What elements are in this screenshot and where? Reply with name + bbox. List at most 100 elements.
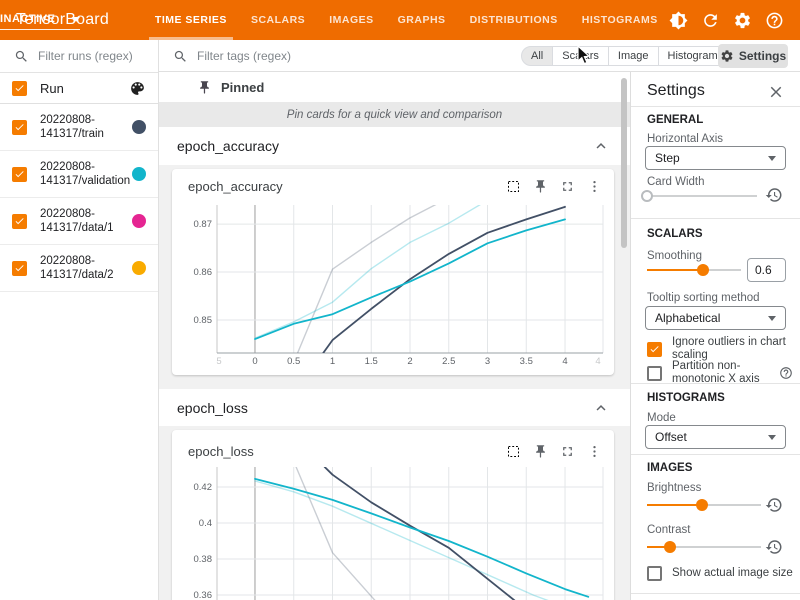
svg-text:0.42: 0.42 — [194, 482, 213, 493]
reset-icon[interactable] — [765, 186, 783, 204]
run-row-train[interactable]: 20220808-141317/train — [0, 104, 158, 151]
divider — [631, 454, 800, 455]
svg-text:0: 0 — [252, 356, 257, 367]
help-icon[interactable] — [765, 11, 784, 30]
kebab-menu-icon[interactable] — [587, 179, 602, 194]
svg-text:0.87: 0.87 — [194, 219, 213, 230]
select-all-runs-checkbox[interactable] — [12, 81, 27, 96]
tab-time-series[interactable]: TIME SERIES — [143, 0, 239, 40]
run-row-data1[interactable]: 20220808-141317/data/1 — [0, 198, 158, 245]
divider — [631, 383, 800, 384]
brightness-slider[interactable] — [647, 499, 761, 511]
fullscreen-icon[interactable] — [560, 444, 575, 459]
fullscreen-icon[interactable] — [560, 179, 575, 194]
reset-icon[interactable] — [765, 496, 783, 514]
gear-icon[interactable] — [733, 11, 752, 30]
horizontal-axis-select[interactable]: Step — [645, 146, 786, 170]
run-checkbox[interactable] — [12, 214, 27, 229]
section-header-epoch-loss[interactable]: epoch_loss — [159, 389, 630, 426]
run-checkbox[interactable] — [12, 261, 27, 276]
contrast-slider[interactable] — [647, 541, 761, 553]
card-actions — [506, 444, 602, 459]
run-color-dot[interactable] — [132, 167, 146, 181]
run-color-dot[interactable] — [132, 214, 146, 228]
run-status-select[interactable]: INACTIVE — [0, 9, 80, 30]
run-row-validation[interactable]: 20220808-141317/validation — [0, 151, 158, 198]
close-icon[interactable] — [767, 83, 785, 101]
tab-histograms[interactable]: HISTOGRAMS — [570, 0, 670, 40]
smoothing-slider[interactable] — [647, 264, 741, 276]
svg-text:2.5: 2.5 — [442, 356, 455, 367]
epoch-loss-chart[interactable]: 0.360.380.40.42 — [186, 463, 606, 600]
run-name: 20220808-141317/data/1 — [40, 207, 132, 235]
images-section-label: IMAGES — [647, 462, 692, 474]
tab-scalars[interactable]: SCALARS — [239, 0, 317, 40]
tags-toolbar: All Scalars Image Histogram Settings — [159, 40, 800, 72]
ignore-outliers-row: Ignore outliers in chart scaling — [647, 336, 793, 362]
refresh-icon[interactable] — [701, 11, 720, 30]
filter-image-button[interactable]: Image — [608, 46, 659, 66]
pin-icon[interactable] — [533, 179, 548, 194]
card-actions — [506, 179, 602, 194]
card-title: epoch_accuracy — [188, 179, 283, 194]
svg-text:0.5: 0.5 — [287, 356, 300, 367]
run-color-dot[interactable] — [132, 261, 146, 275]
svg-text:0.36: 0.36 — [194, 590, 213, 600]
settings-button[interactable]: Settings — [718, 44, 788, 68]
palette-icon[interactable] — [129, 80, 146, 97]
svg-text:0.85: 0.85 — [194, 315, 213, 326]
fit-to-data-icon[interactable] — [506, 179, 521, 194]
pinned-hint: Pin cards for a quick view and compariso… — [159, 102, 630, 127]
svg-text:2: 2 — [407, 356, 412, 367]
fit-to-data-icon[interactable] — [506, 444, 521, 459]
app-header: TensorBoard TIME SERIES SCALARS IMAGES G… — [0, 0, 800, 40]
divider — [631, 218, 800, 219]
histogram-mode-select[interactable]: Offset — [645, 425, 786, 449]
brightness-label: Brightness — [647, 482, 701, 494]
check-icon — [14, 215, 25, 227]
help-icon[interactable] — [779, 366, 793, 380]
tab-distributions[interactable]: DISTRIBUTIONS — [458, 0, 570, 40]
divider — [631, 593, 800, 594]
horizontal-axis-label: Horizontal Axis — [647, 133, 723, 145]
tab-images[interactable]: IMAGES — [317, 0, 385, 40]
kebab-menu-icon[interactable] — [587, 444, 602, 459]
smoothing-value-input[interactable] — [747, 258, 786, 282]
runs-filter-input[interactable] — [38, 49, 146, 63]
filter-scalars-button[interactable]: Scalars — [552, 46, 609, 66]
partition-x-axis-checkbox[interactable] — [647, 366, 662, 381]
chevron-up-icon[interactable] — [592, 137, 610, 155]
card-width-slider[interactable] — [647, 190, 757, 202]
run-color-dot[interactable] — [132, 120, 146, 134]
scrollbar-thumb[interactable] — [621, 78, 627, 248]
tags-filter-input[interactable] — [197, 49, 347, 63]
run-name: 20220808-141317/validation — [40, 160, 132, 188]
tooltip-sorting-select[interactable]: Alphabetical — [645, 306, 786, 330]
reset-icon[interactable] — [765, 538, 783, 556]
brightness-toggle-icon[interactable] — [669, 11, 688, 30]
chevron-up-icon[interactable] — [592, 399, 610, 417]
filter-all-button[interactable]: All — [521, 46, 553, 66]
svg-text:5: 5 — [216, 356, 221, 367]
gear-icon — [720, 49, 734, 63]
svg-text:1: 1 — [330, 356, 335, 367]
run-checkbox[interactable] — [12, 167, 27, 182]
check-icon — [14, 168, 25, 180]
svg-text:3.5: 3.5 — [520, 356, 533, 367]
pinned-header: Pinned — [159, 72, 630, 102]
smoothing-label: Smoothing — [647, 250, 702, 262]
run-row-data2[interactable]: 20220808-141317/data/2 — [0, 245, 158, 292]
tab-graphs[interactable]: GRAPHS — [386, 0, 458, 40]
tooltip-sorting-value: Alphabetical — [655, 311, 720, 325]
tooltip-sorting-label: Tooltip sorting method — [647, 292, 760, 304]
pin-icon[interactable] — [533, 444, 548, 459]
section-header-epoch-accuracy[interactable]: epoch_accuracy — [159, 127, 630, 165]
epoch-loss-card: epoch_loss 0.360.380.40.42 — [172, 430, 614, 600]
run-checkbox[interactable] — [12, 120, 27, 135]
epoch-accuracy-chart[interactable]: 00.511.522.533.540.850.860.8754 — [186, 198, 606, 374]
histograms-section-label: HISTOGRAMS — [647, 392, 725, 404]
show-actual-size-checkbox[interactable] — [647, 566, 662, 581]
ignore-outliers-checkbox[interactable] — [647, 342, 662, 357]
check-icon — [14, 82, 25, 94]
header-actions — [669, 0, 784, 40]
